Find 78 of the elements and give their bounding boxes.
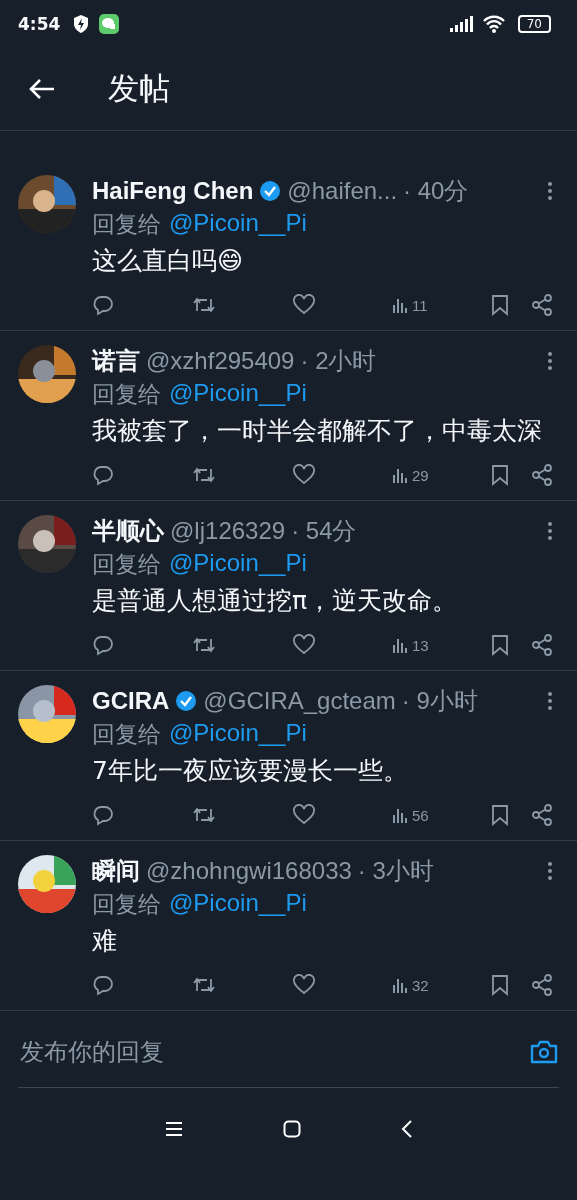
reply-text: 是普通人想通过挖π，逆天改命。 bbox=[92, 585, 459, 617]
heart-icon[interactable] bbox=[292, 294, 316, 316]
views-count: 11 bbox=[412, 296, 428, 314]
author-handle[interactable]: @GCIRA_gcteam bbox=[203, 687, 396, 715]
more-icon[interactable] bbox=[547, 351, 553, 371]
reply-to-label: 回复给 bbox=[92, 720, 161, 749]
menu-icon[interactable] bbox=[164, 1121, 183, 1137]
mention-link[interactable]: @Picoin__Pi bbox=[169, 379, 307, 410]
back-icon[interactable] bbox=[28, 77, 56, 101]
app-icon bbox=[98, 13, 121, 35]
post-time: · 2小时 bbox=[300, 346, 377, 376]
status-time: 4:54 bbox=[18, 14, 61, 34]
reply-to-label: 回复给 bbox=[92, 380, 161, 409]
author-handle[interactable]: @xzhf295409 bbox=[146, 347, 295, 375]
mention-link[interactable]: @Picoin__Pi bbox=[169, 549, 307, 580]
views-count: 32 bbox=[412, 976, 429, 994]
post-time: · 40分 bbox=[403, 176, 469, 206]
signal-icon bbox=[449, 15, 474, 33]
post-time: · 9小时 bbox=[401, 686, 478, 716]
mention-link[interactable]: @Picoin__Pi bbox=[169, 209, 307, 240]
author-name: GCIRA bbox=[92, 687, 170, 715]
author-name: HaiFeng Chen bbox=[92, 177, 254, 205]
reply-to-label: 回复给 bbox=[92, 550, 161, 579]
share-icon[interactable] bbox=[531, 634, 553, 656]
views-icon bbox=[392, 466, 408, 484]
views-count: 56 bbox=[412, 806, 429, 824]
reply-text: 7年比一夜应该要漫长一些。 bbox=[92, 755, 409, 787]
views-icon bbox=[392, 806, 408, 824]
bookmark-icon[interactable] bbox=[491, 464, 509, 486]
reply-icon[interactable] bbox=[92, 634, 114, 656]
author-name: 瞬间 bbox=[92, 856, 140, 886]
heart-icon[interactable] bbox=[292, 464, 316, 486]
author-handle[interactable]: @lj126329 bbox=[170, 517, 286, 545]
wifi-icon bbox=[481, 14, 506, 34]
author-handle[interactable]: @zhohngwi168033 bbox=[146, 857, 352, 885]
shield-icon bbox=[72, 14, 91, 34]
back-icon[interactable] bbox=[400, 1119, 413, 1139]
reply-icon[interactable] bbox=[92, 294, 114, 316]
post-time: · 54分 bbox=[291, 516, 357, 546]
views-icon bbox=[392, 636, 408, 654]
share-icon[interactable] bbox=[531, 464, 553, 486]
camera-icon[interactable] bbox=[529, 1039, 559, 1065]
reply-text: 难 bbox=[92, 925, 118, 957]
more-icon[interactable] bbox=[547, 181, 553, 201]
share-icon[interactable] bbox=[531, 804, 553, 826]
reply-icon[interactable] bbox=[92, 464, 114, 486]
share-icon[interactable] bbox=[531, 294, 553, 316]
reply-field[interactable]: 发布你的回复 bbox=[18, 1037, 529, 1067]
more-icon[interactable] bbox=[547, 521, 553, 541]
home-icon[interactable] bbox=[282, 1120, 301, 1138]
reply-icon[interactable] bbox=[92, 974, 114, 996]
views-count: 13 bbox=[412, 636, 429, 654]
views-count: 29 bbox=[412, 466, 429, 484]
reply-text: 这么直白吗😄 bbox=[92, 245, 245, 277]
views-icon bbox=[392, 296, 408, 314]
post-time: · 3小时 bbox=[357, 856, 434, 886]
share-icon[interactable] bbox=[531, 974, 553, 996]
mention-link[interactable]: @Picoin__Pi bbox=[169, 719, 307, 750]
more-icon[interactable] bbox=[547, 691, 553, 711]
heart-icon[interactable] bbox=[292, 804, 316, 826]
heart-icon[interactable] bbox=[292, 634, 316, 656]
author-name: 半顺心 bbox=[92, 516, 164, 546]
page-title: 发帖 bbox=[108, 69, 170, 108]
more-icon[interactable] bbox=[547, 861, 553, 881]
bookmark-icon[interactable] bbox=[491, 634, 509, 656]
views-icon bbox=[392, 976, 408, 994]
bookmark-icon[interactable] bbox=[491, 804, 509, 826]
reply-to-label: 回复给 bbox=[92, 890, 161, 919]
author-name: 诺言 bbox=[92, 346, 140, 376]
battery-icon: 70 bbox=[517, 15, 551, 33]
mention-link[interactable]: @Picoin__Pi bbox=[169, 889, 307, 920]
reply-icon[interactable] bbox=[92, 804, 114, 826]
reply-text: 我被套了，一时半会都解不了，中毒太深 bbox=[92, 415, 543, 447]
reply-to-label: 回复给 bbox=[92, 210, 161, 239]
author-handle[interactable]: @haifen... bbox=[287, 177, 398, 205]
heart-icon[interactable] bbox=[292, 974, 316, 996]
bookmark-icon[interactable] bbox=[491, 294, 509, 316]
bookmark-icon[interactable] bbox=[491, 974, 509, 996]
